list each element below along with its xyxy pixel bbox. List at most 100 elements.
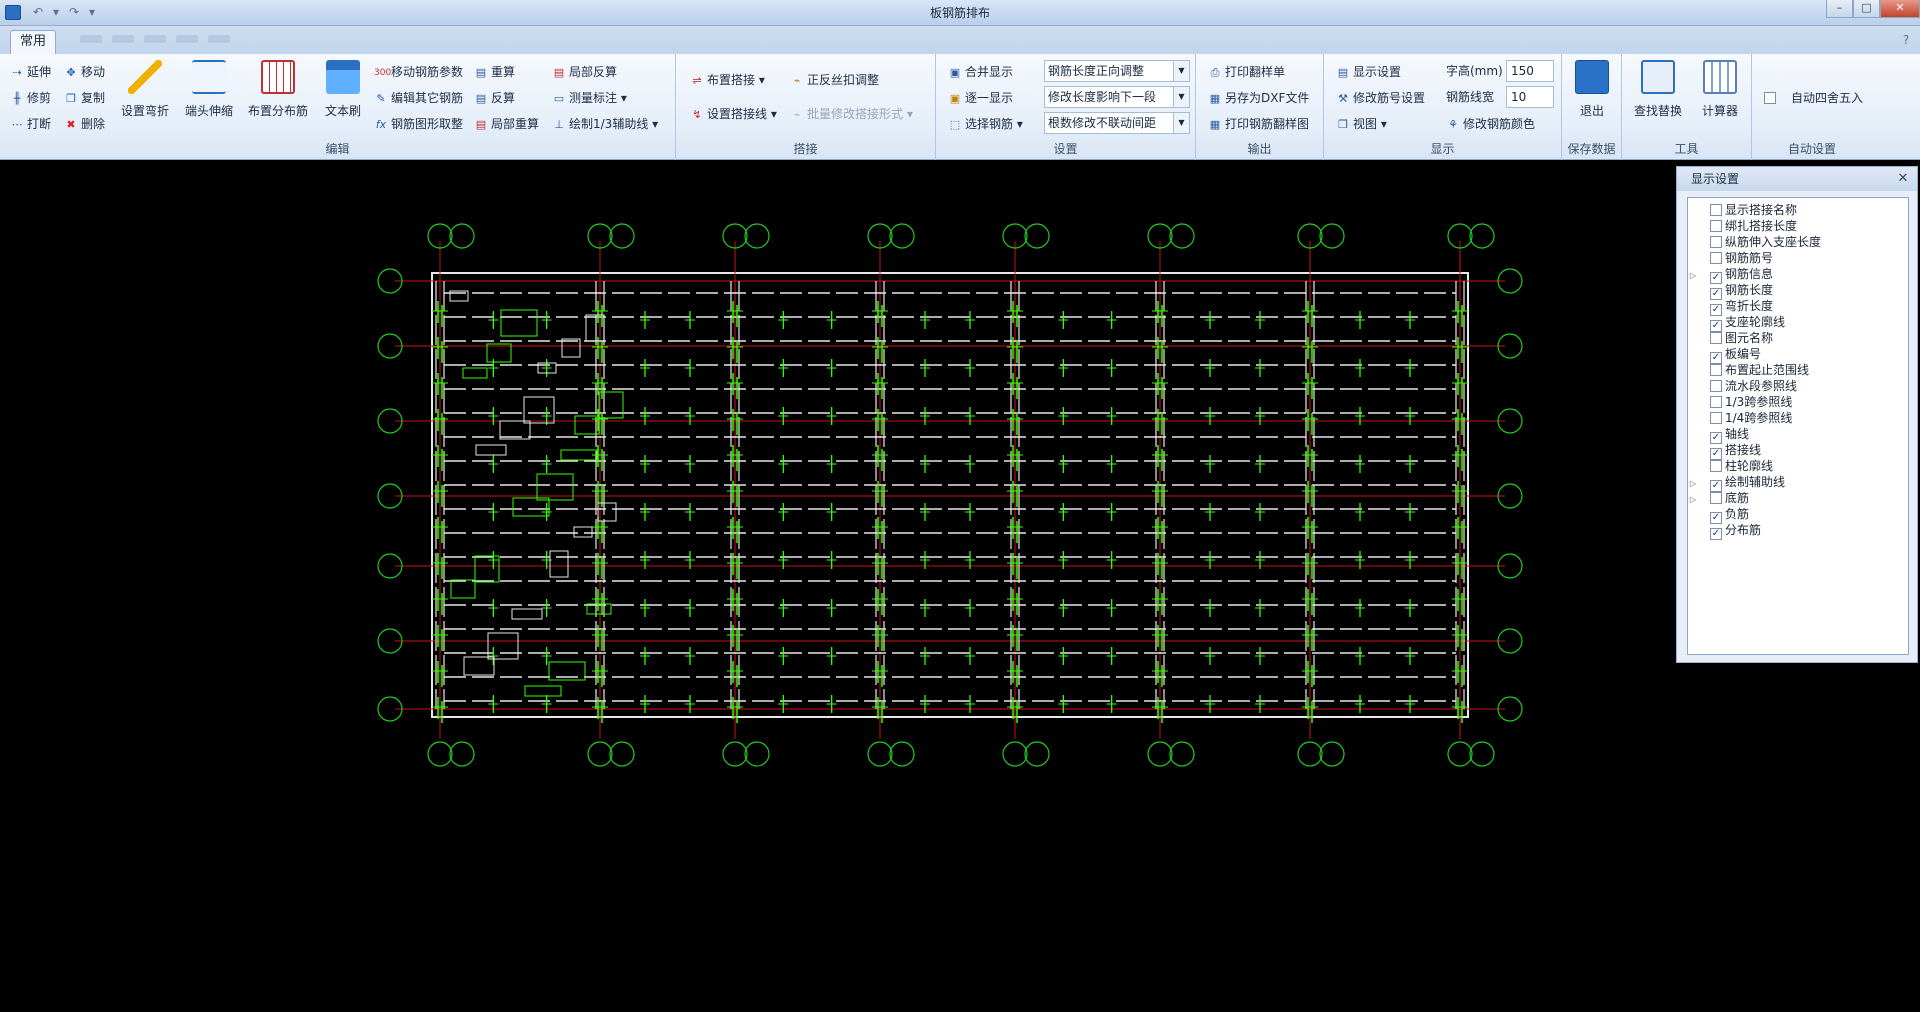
copy-button[interactable]: ❐ 复制 xyxy=(64,88,105,108)
tree-item[interactable]: 显示搭接名称 xyxy=(1688,202,1797,218)
calculator-button[interactable]: 计算器 xyxy=(1692,60,1748,119)
font-height-input[interactable]: 150 xyxy=(1506,60,1554,82)
edit-other-button[interactable]: ✎ 编辑其它钢筋 xyxy=(374,88,463,108)
tree-item-label: 显示搭接名称 xyxy=(1725,203,1798,217)
tree-item[interactable]: ✓ 钢筋长度 xyxy=(1688,282,1773,300)
text-brush-button[interactable]: 文本刷 xyxy=(318,60,368,119)
tab-home[interactable]: 常用 xyxy=(10,30,56,54)
group-save: 退出 保存数据 xyxy=(1562,54,1622,160)
save-dxf-button[interactable]: ▦ 另存为DXF文件 xyxy=(1208,88,1310,108)
tree-item[interactable]: ✓ 搭接线 xyxy=(1688,442,1761,460)
ruler-icon: ▭ xyxy=(553,91,565,105)
tree-item-label: 分布筋 xyxy=(1725,523,1762,537)
tree-item[interactable]: 钢筋筋号 xyxy=(1688,250,1773,266)
auto-round-checkbox[interactable]: 自动四舍五入 xyxy=(1764,88,1863,108)
tree-item[interactable]: 柱轮廓线 xyxy=(1688,458,1773,474)
break-button[interactable]: ⋯ 打断 xyxy=(10,114,52,134)
tree-item[interactable]: 流水段参照线 xyxy=(1688,378,1797,394)
display-settings-button[interactable]: ▤ 显示设置 xyxy=(1336,62,1401,82)
place-lap-button[interactable]: ⇌ 布置搭接 ▾ xyxy=(690,70,764,90)
end-stretch-button[interactable]: 端头伸缩 xyxy=(180,60,238,119)
modify-no-settings-button[interactable]: ⚒ 修改筋号设置 xyxy=(1336,88,1425,108)
drawing-canvas[interactable] xyxy=(0,161,1920,1009)
view-button[interactable]: ❒ 视图 ▾ xyxy=(1336,114,1387,134)
delete-button[interactable]: ✖ 删除 xyxy=(64,114,105,134)
length-adjust-dropdown[interactable]: 钢筋长度正向调整 ▼ xyxy=(1044,60,1190,82)
shape-round-button[interactable]: fx 钢筋图形取整 xyxy=(374,114,463,134)
tree-item[interactable]: 图元名称 xyxy=(1688,330,1773,346)
checkbox[interactable] xyxy=(1710,332,1722,344)
local-backcalc-button[interactable]: ▤ 局部反算 xyxy=(552,62,617,82)
title-bar: ↶ ▾ ↷ ▾ 板钢筋排布 – □ ✕ xyxy=(0,0,1920,26)
tab-faded[interactable] xyxy=(80,35,102,43)
checkbox[interactable] xyxy=(1710,460,1722,472)
tree-item[interactable]: 纵筋伸入支座长度 xyxy=(1688,234,1821,250)
exit-button[interactable]: 退出 xyxy=(1562,60,1622,119)
tree-item[interactable]: ▷ 底筋 xyxy=(1688,490,1749,506)
tree-item[interactable]: ✓ 弯折长度 xyxy=(1688,298,1773,316)
tree-item[interactable]: 布置起止范围线 xyxy=(1688,362,1809,378)
checkbox[interactable] xyxy=(1710,412,1722,424)
checkbox[interactable] xyxy=(1710,236,1722,248)
line-width-input[interactable]: 10 xyxy=(1506,86,1554,108)
move-params-button[interactable]: 300移动钢筋参数 xyxy=(374,62,463,82)
measure-button[interactable]: ▭ 测量标注 ▾ xyxy=(552,88,627,108)
help-icon[interactable]: ? xyxy=(1898,32,1914,48)
merge-show-button[interactable]: ▣ 合并显示 xyxy=(948,62,1013,82)
maximize-button[interactable]: □ xyxy=(1853,0,1880,18)
axis-label-circle xyxy=(1002,741,1028,767)
checkbox[interactable] xyxy=(1710,204,1722,216)
cad-drawing[interactable] xyxy=(0,161,1920,1009)
print-list-button[interactable]: ⎙ 打印翻样单 xyxy=(1208,62,1285,82)
local-recalc-button[interactable]: ▤ 局部重算 xyxy=(474,114,539,134)
print-sample-button[interactable]: ▦ 打印钢筋翻样图 xyxy=(1208,114,1309,134)
minimize-button[interactable]: – xyxy=(1826,0,1853,18)
layout-dist-button[interactable]: 布置分布筋 xyxy=(244,60,312,119)
tab-faded[interactable] xyxy=(176,35,198,43)
backcalc-button[interactable]: ▤ 反算 xyxy=(474,88,515,108)
checkbox[interactable] xyxy=(1710,252,1722,264)
tree-item[interactable]: ✓ 支座轮廓线 xyxy=(1688,314,1785,332)
checkbox[interactable] xyxy=(1710,220,1722,232)
trim-button[interactable]: ╫ 修剪 xyxy=(10,88,51,108)
tab-faded[interactable] xyxy=(112,35,134,43)
tree-item-label: 底筋 xyxy=(1725,491,1750,505)
tree-item-label: 图元名称 xyxy=(1725,331,1774,345)
draw-aux-button[interactable]: ⊥ 绘制1/3辅助线 ▾ xyxy=(552,114,658,134)
tab-faded[interactable] xyxy=(208,35,230,43)
checkbox[interactable] xyxy=(1710,380,1722,392)
batch-modify-button[interactable]: ⌁ 批量修改搭接形式 ▾ xyxy=(790,104,913,124)
tree-item[interactable]: ✓ 板编号 xyxy=(1688,346,1761,364)
batch-icon: ⌁ xyxy=(793,107,801,121)
length-affect-dropdown[interactable]: 修改长度影响下一段 ▼ xyxy=(1044,86,1190,108)
thread-adjust-button[interactable]: ⌁ 正反丝扣调整 xyxy=(790,70,879,90)
extend-button[interactable]: ⇢ 延伸 xyxy=(10,62,51,82)
one-by-one-button[interactable]: ▣ 逐一显示 xyxy=(948,88,1013,108)
tree-item[interactable]: ✓ 分布筋 xyxy=(1688,522,1762,540)
checkbox[interactable] xyxy=(1710,396,1722,408)
recalc-button[interactable]: ▤ 重算 xyxy=(474,62,515,82)
tree-item[interactable]: ✓ 轴线 xyxy=(1688,426,1749,444)
move-button[interactable]: ✥ 移动 xyxy=(64,62,105,82)
checkbox[interactable]: ✓ xyxy=(1710,528,1722,540)
tree-item[interactable]: 1/3跨参照线 xyxy=(1688,394,1792,410)
set-bend-button[interactable]: 设置弯折 xyxy=(116,60,174,119)
close-button[interactable]: ✕ xyxy=(1880,0,1920,18)
tree-item-label: 负筋 xyxy=(1725,507,1750,521)
tree-item[interactable]: 绑扎搭接长度 xyxy=(1688,218,1797,234)
close-icon[interactable]: ✕ xyxy=(1895,171,1911,187)
tree-item[interactable]: ✓ 负筋 xyxy=(1688,506,1750,524)
checkbox[interactable] xyxy=(1710,492,1722,504)
find-replace-button[interactable]: 查找替换 xyxy=(1626,60,1690,119)
tree-item-label: 钢筋筋号 xyxy=(1725,251,1774,265)
select-rebar-button[interactable]: ⬚ 选择钢筋 ▾ xyxy=(948,114,1023,134)
checkbox[interactable] xyxy=(1710,364,1722,376)
tab-faded[interactable] xyxy=(144,35,166,43)
modify-color-button[interactable]: ⚘ 修改钢筋颜色 xyxy=(1446,114,1535,134)
set-lap-line-button[interactable]: ↯ 设置搭接线 ▾ xyxy=(690,104,776,124)
tree-item[interactable]: ▷ ✓ 钢筋信息 xyxy=(1688,266,1773,284)
axis-label-circle xyxy=(744,741,770,767)
tree-item[interactable]: ▷ ✓ 绘制辅助线 xyxy=(1688,474,1785,492)
tree-item[interactable]: 1/4跨参照线 xyxy=(1688,410,1792,426)
count-spacing-dropdown[interactable]: 根数修改不联动间距 ▼ xyxy=(1044,112,1190,134)
